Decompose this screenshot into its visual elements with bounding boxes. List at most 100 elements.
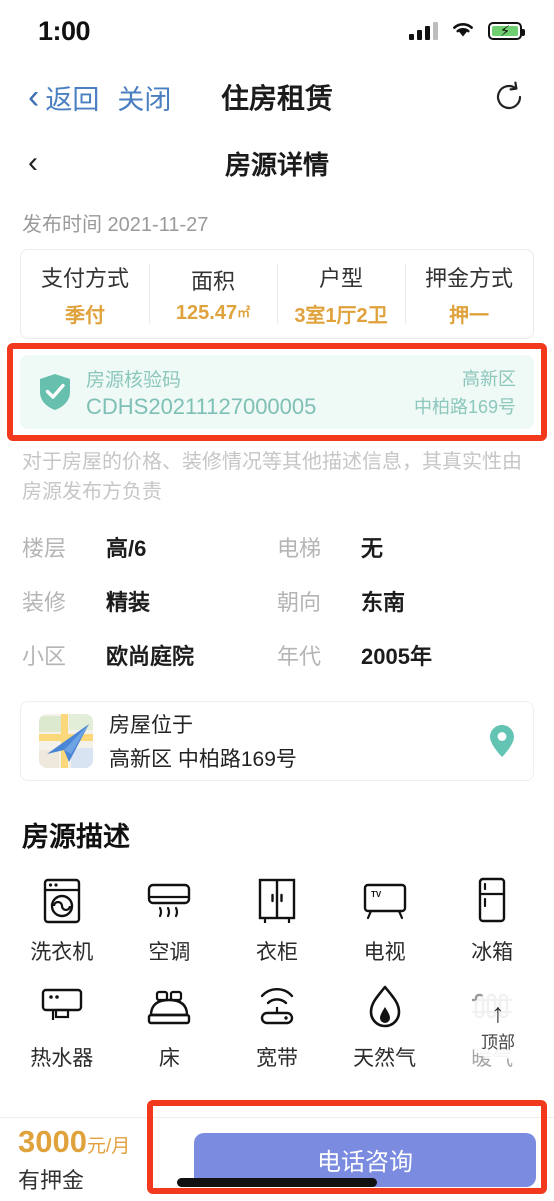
app-screen: 1:00 ⚡ ‹ 返回 关闭 住房租赁 ‹ 房源详情 发布时间 2021-11-… xyxy=(0,0,554,1201)
spec-label: 支付方式 xyxy=(40,265,129,291)
amenity-washing-machine[interactable]: 洗衣机 xyxy=(8,876,116,966)
status-icons: ⚡ xyxy=(409,19,525,43)
price-number: 3000 xyxy=(18,1124,87,1159)
verification-texts: 房源核验码 CDHS20211127000005 xyxy=(86,365,316,420)
detail-label: 小区 xyxy=(22,644,67,669)
signal-bars-icon xyxy=(409,22,438,40)
spec-label: 押金方式 xyxy=(424,265,513,291)
detail-value: 无 xyxy=(361,536,384,561)
detail-value: 精装 xyxy=(106,590,151,615)
verification-code: CDHS20211127000005 xyxy=(86,393,317,419)
amenity-refrigerator[interactable]: 冰箱 xyxy=(438,876,546,966)
battery-charging-icon: ⚡ xyxy=(488,22,525,40)
spec-value: 3室1厅2卫 xyxy=(294,304,388,327)
back-to-top-button[interactable]: ↑ 顶部 xyxy=(464,992,532,1060)
amenity-label: 天然气 xyxy=(353,1047,417,1070)
price-unit: 元/月 xyxy=(86,1136,131,1157)
status-bar: 1:00 ⚡ xyxy=(0,0,554,62)
natural-gas-flame-icon xyxy=(360,982,410,1032)
amenity-broadband[interactable]: 宽带 xyxy=(223,982,331,1072)
verification-code-card[interactable]: 房源核验码 CDHS20211127000005 高新区 中柏路169号 xyxy=(20,355,534,429)
spec-value: 押一 xyxy=(449,304,489,327)
bed-icon xyxy=(144,982,194,1032)
map-pin-icon[interactable] xyxy=(489,724,515,758)
disclaimer-text: 对于房屋的价格、装修情况等其他描述信息，其真实性由房源发布方负责 xyxy=(22,451,522,503)
status-time: 1:00 xyxy=(38,15,91,46)
navigation-bar: ‹ 返回 关闭 住房租赁 xyxy=(0,62,554,132)
nav-back-button[interactable]: 返回 xyxy=(45,78,99,117)
spec-item-layout: 户型 3室1厅2卫 xyxy=(277,250,405,338)
detail-label: 朝向 xyxy=(277,590,322,615)
detail-label: 装修 xyxy=(22,590,67,615)
shield-check-icon xyxy=(38,373,72,411)
amenity-label: 床 xyxy=(158,1047,180,1070)
map-thumbnail-icon xyxy=(39,714,93,768)
detail-item-orientation: 朝向 东南 xyxy=(277,585,532,617)
amenity-label: 空调 xyxy=(148,941,191,964)
detail-item-community: 小区 欧尚庭院 xyxy=(22,639,277,671)
verification-location: 高新区 中柏路169号 xyxy=(414,365,516,419)
broadband-router-icon xyxy=(252,982,302,1032)
amenity-water-heater[interactable]: 热水器 xyxy=(8,982,116,1072)
amenity-bed[interactable]: 床 xyxy=(116,982,224,1072)
location-texts: 房屋位于 高新区 中柏路169号 xyxy=(109,709,297,773)
amenity-tv[interactable]: TV 电视 xyxy=(331,876,439,966)
detail-item-decoration: 装修 精装 xyxy=(22,585,277,617)
bottom-action-bar: 3000元/月 有押金 电话咨询 xyxy=(0,1117,554,1201)
arrow-up-icon: ↑ xyxy=(491,997,505,1028)
spec-label: 面积 xyxy=(190,268,235,294)
spec-item-payment: 支付方式 季付 xyxy=(21,250,149,338)
detail-item-year: 年代 2005年 xyxy=(277,639,532,671)
spec-item-area: 面积 125.47㎡ xyxy=(149,250,277,338)
amenity-natural-gas[interactable]: 天然气 xyxy=(331,982,439,1072)
wifi-icon xyxy=(450,19,476,43)
verification-title: 房源核验码 xyxy=(86,369,182,391)
detail-label: 年代 xyxy=(277,644,322,669)
location-card[interactable]: 房屋位于 高新区 中柏路169号 xyxy=(20,701,534,781)
verification-address: 中柏路169号 xyxy=(413,397,516,417)
verification-card-wrapper: 房源核验码 CDHS20211127000005 高新区 中柏路169号 xyxy=(7,343,547,441)
verification-district: 高新区 xyxy=(462,369,516,389)
back-to-top-label: 顶部 xyxy=(481,1032,515,1052)
detail-item-floor: 楼层 高/6 xyxy=(22,531,277,563)
publish-time-text: 发布时间 2021-11-27 xyxy=(22,214,209,236)
section-title-description: 房源描述 xyxy=(22,822,130,852)
svg-text:TV: TV xyxy=(371,890,382,899)
amenity-label: 宽带 xyxy=(255,1047,298,1070)
amenity-label: 热水器 xyxy=(30,1047,94,1070)
refrigerator-icon xyxy=(467,876,517,926)
sub-header: ‹ 房源详情 xyxy=(0,132,554,194)
home-indicator xyxy=(177,1178,377,1187)
detail-label: 楼层 xyxy=(22,536,67,561)
detail-item-elevator: 电梯 无 xyxy=(277,531,532,563)
wardrobe-icon xyxy=(252,876,302,926)
spec-item-deposit: 押金方式 押一 xyxy=(405,250,533,338)
price-block: 3000元/月 有押金 xyxy=(18,1124,178,1195)
air-conditioner-icon xyxy=(144,876,194,926)
sub-page-title: 房源详情 xyxy=(224,149,329,180)
sub-back-chevron-icon[interactable]: ‹ xyxy=(28,148,38,178)
chevron-left-icon[interactable]: ‹ xyxy=(28,80,39,114)
amenity-label: 电视 xyxy=(363,941,406,964)
amenity-label: 冰箱 xyxy=(471,941,514,964)
water-heater-icon xyxy=(37,982,87,1032)
spec-summary-card: 支付方式 季付 面积 125.47㎡ 户型 3室1厅2卫 押金方式 押一 xyxy=(20,249,534,339)
detail-value: 2005年 xyxy=(361,644,432,669)
detail-value: 欧尚庭院 xyxy=(106,644,195,669)
nav-left-group: ‹ 返回 关闭 xyxy=(28,78,171,117)
property-detail-grid: 楼层 高/6 电梯 无 装修 精装 朝向 东南 小区 欧尚庭院 年代 2005年 xyxy=(22,531,532,671)
spec-value: 125.47㎡ xyxy=(175,301,251,324)
price-deposit-note: 有押金 xyxy=(18,1168,85,1193)
tv-icon: TV xyxy=(360,876,410,926)
detail-value: 东南 xyxy=(361,590,406,615)
amenity-wardrobe[interactable]: 衣柜 xyxy=(223,876,331,966)
nav-close-button[interactable]: 关闭 xyxy=(117,78,171,117)
detail-label: 电梯 xyxy=(277,536,322,561)
amenity-label: 洗衣机 xyxy=(30,941,94,964)
amenities-grid: 洗衣机 空调 衣柜 TV 电视 冰箱 热水器 床 宽带 天然气 xyxy=(8,876,546,1072)
spec-label: 户型 xyxy=(318,265,363,291)
spec-value: 季付 xyxy=(65,304,105,327)
amenity-air-conditioner[interactable]: 空调 xyxy=(116,876,224,966)
refresh-icon[interactable] xyxy=(492,80,526,114)
detail-value: 高/6 xyxy=(106,536,147,561)
